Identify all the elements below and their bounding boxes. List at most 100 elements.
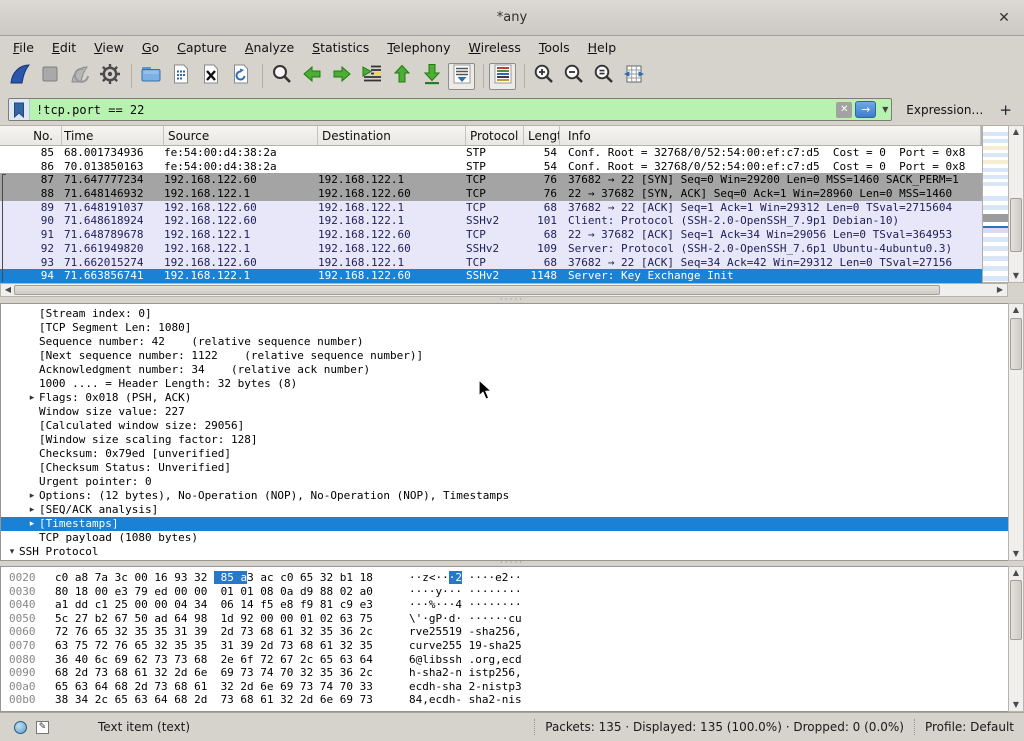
title-bar[interactable]: *any ✕ [0, 0, 1024, 36]
packet-row[interactable]: 9071.648618924192.168.122.60192.168.122.… [0, 214, 982, 228]
detail-line[interactable]: Urgent pointer: 0 [1, 475, 1008, 489]
column-header-protocol[interactable]: Protocol [466, 126, 524, 145]
expander-right-icon[interactable]: ▸ [25, 391, 39, 405]
detail-line[interactable]: [Next sequence number: 1122 (relative se… [1, 349, 1008, 363]
close-icon[interactable]: ✕ [994, 8, 1014, 28]
detail-line[interactable]: [Stream index: 0] [1, 307, 1008, 321]
detail-line[interactable]: [Calculated window size: 29056] [1, 419, 1008, 433]
capture-comment-icon[interactable]: ✎ [36, 721, 49, 734]
colorize-button[interactable] [489, 63, 516, 90]
menu-capture[interactable]: Capture [168, 37, 236, 58]
zoom-in-button[interactable] [530, 63, 557, 90]
restart-capture-button[interactable] [66, 63, 93, 90]
detail-line[interactable]: [TCP Segment Len: 1080] [1, 321, 1008, 335]
detail-line[interactable]: [Window size scaling factor: 128] [1, 433, 1008, 447]
filter-dropdown-caret-icon[interactable]: ▼ [879, 105, 891, 114]
packet-list-vscrollbar[interactable]: ▲ ▼ [1008, 125, 1024, 283]
stop-capture-button[interactable] [36, 63, 63, 90]
expert-info-icon[interactable] [14, 721, 27, 734]
scroll-up-icon[interactable]: ▲ [1009, 304, 1023, 316]
scrollbar-thumb[interactable] [1010, 318, 1022, 370]
scroll-down-icon[interactable]: ▼ [1009, 270, 1023, 282]
packet-row[interactable]: 8971.648191037192.168.122.60192.168.122.… [0, 201, 982, 215]
hex-row[interactable]: 008036 40 6c 69 62 73 73 68 2e 6f 72 67 … [9, 653, 1008, 667]
detail-line[interactable]: Window size value: 227 [1, 405, 1008, 419]
menu-help[interactable]: Help [579, 37, 626, 58]
zoom-out-button[interactable] [560, 63, 587, 90]
scroll-down-icon[interactable]: ▼ [1009, 548, 1023, 560]
column-header-source[interactable]: Source [164, 126, 318, 145]
scrollbar-thumb[interactable] [1010, 198, 1022, 252]
column-header-destination[interactable]: Destination [318, 126, 466, 145]
detail-line[interactable]: Sequence number: 42 (relative sequence n… [1, 335, 1008, 349]
details-vscrollbar[interactable]: ▲ ▼ [1008, 303, 1024, 561]
menu-go[interactable]: Go [133, 37, 168, 58]
bookmark-icon[interactable] [9, 99, 30, 120]
scroll-left-icon[interactable]: ◀ [1, 284, 15, 296]
auto-scroll-button[interactable] [448, 63, 475, 90]
scroll-up-icon[interactable]: ▲ [1009, 126, 1023, 138]
detail-line[interactable]: ▸Flags: 0x018 (PSH, ACK) [1, 391, 1008, 405]
scroll-right-icon[interactable]: ▶ [993, 284, 1007, 296]
resize-columns-button[interactable] [620, 63, 647, 90]
menu-view[interactable]: View [85, 37, 133, 58]
profile-status[interactable]: Profile: Default [925, 720, 1014, 734]
column-header-info[interactable]: Info [560, 126, 981, 145]
menu-edit[interactable]: Edit [43, 37, 85, 58]
packet-row[interactable]: 8771.647777234192.168.122.60192.168.122.… [0, 173, 982, 187]
hex-row[interactable]: 0040a1 dd c1 25 00 00 04 34 06 14 f5 e8 … [9, 598, 1008, 612]
hex-row[interactable]: 00a065 63 64 68 2d 73 68 61 32 2d 6e 69 … [9, 680, 1008, 694]
display-filter-input[interactable]: !tcp.port == 22 ✕ → ▼ [8, 98, 892, 121]
menu-telephony[interactable]: Telephony [378, 37, 459, 58]
hex-row[interactable]: 00b038 34 2c 65 63 64 68 2d 73 68 61 32 … [9, 693, 1008, 707]
packet-row[interactable]: 9271.661949820192.168.122.1192.168.122.6… [0, 242, 982, 256]
bytes-vscrollbar[interactable]: ▲ ▼ [1008, 566, 1024, 712]
expander-down-icon[interactable]: ▾ [5, 545, 19, 559]
scrollbar-thumb[interactable] [14, 285, 940, 295]
scroll-down-icon[interactable]: ▼ [1009, 699, 1023, 711]
filter-clear-icon[interactable]: ✕ [836, 102, 852, 118]
detail-line[interactable]: ▸[SEQ/ACK analysis] [1, 503, 1008, 517]
hex-row[interactable]: 006072 76 65 32 35 35 31 39 2d 73 68 61 … [9, 625, 1008, 639]
open-file-button[interactable] [137, 63, 164, 90]
hex-row[interactable]: 0020c0 a8 7a 3c 00 16 93 32 85 a3 ac c0 … [9, 571, 1008, 585]
go-previous-button[interactable] [298, 63, 325, 90]
hex-row[interactable]: 009068 2d 73 68 61 32 2d 6e 69 73 74 70 … [9, 666, 1008, 680]
detail-line[interactable]: Acknowledgment number: 34 (relative ack … [1, 363, 1008, 377]
column-header-time[interactable]: Time [62, 126, 164, 145]
scrollbar-thumb[interactable] [1010, 580, 1022, 640]
packet-row[interactable]: 8670.013850163fe:54:00:d4:38:2aSTP54Conf… [0, 160, 982, 174]
menu-wireless[interactable]: Wireless [460, 37, 530, 58]
capture-options-button[interactable] [96, 63, 123, 90]
zoom-reset-button[interactable] [590, 63, 617, 90]
find-packet-button[interactable] [268, 63, 295, 90]
start-capture-button[interactable] [6, 63, 33, 90]
menu-tools[interactable]: Tools [530, 37, 579, 58]
expression-button[interactable]: Expression… [906, 103, 983, 117]
close-file-button[interactable] [197, 63, 224, 90]
detail-line[interactable]: Checksum: 0x79ed [unverified] [1, 447, 1008, 461]
expander-right-icon[interactable]: ▸ [25, 503, 39, 517]
menu-analyze[interactable]: Analyze [236, 37, 303, 58]
go-last-button[interactable] [418, 63, 445, 90]
intelligent-scrollbar-minimap[interactable] [982, 125, 1008, 283]
packet-row[interactable]: 8568.001734936fe:54:00:d4:38:2aSTP54Conf… [0, 146, 982, 160]
hex-row[interactable]: 007063 75 72 76 65 32 35 35 31 39 2d 73 … [9, 639, 1008, 653]
hex-row[interactable]: 00505c 27 b2 67 50 ad 64 98 1d 92 00 00 … [9, 612, 1008, 626]
add-filter-button[interactable]: + [999, 101, 1012, 119]
menu-file[interactable]: File [4, 37, 43, 58]
packet-row[interactable]: 8871.648146932192.168.122.1192.168.122.6… [0, 187, 982, 201]
expander-right-icon[interactable]: ▸ [25, 489, 39, 503]
packet-row[interactable]: 9471.663856741192.168.122.1192.168.122.6… [0, 269, 982, 283]
column-header-no[interactable]: No. [0, 126, 62, 145]
detail-line[interactable]: ▾SSH Protocol [1, 545, 1008, 559]
detail-line[interactable]: [Checksum Status: Unverified] [1, 461, 1008, 475]
filter-text[interactable]: !tcp.port == 22 [30, 103, 836, 117]
detail-line[interactable]: TCP payload (1080 bytes) [1, 531, 1008, 545]
detail-line[interactable]: 1000 .... = Header Length: 32 bytes (8) [1, 377, 1008, 391]
packet-row[interactable]: 9171.648789678192.168.122.1192.168.122.6… [0, 228, 982, 242]
hex-row[interactable]: 003080 18 00 e3 79 ed 00 00 01 01 08 0a … [9, 585, 1008, 599]
menu-statistics[interactable]: Statistics [303, 37, 378, 58]
go-to-packet-button[interactable] [358, 63, 385, 90]
filter-apply-icon[interactable]: → [855, 101, 876, 118]
